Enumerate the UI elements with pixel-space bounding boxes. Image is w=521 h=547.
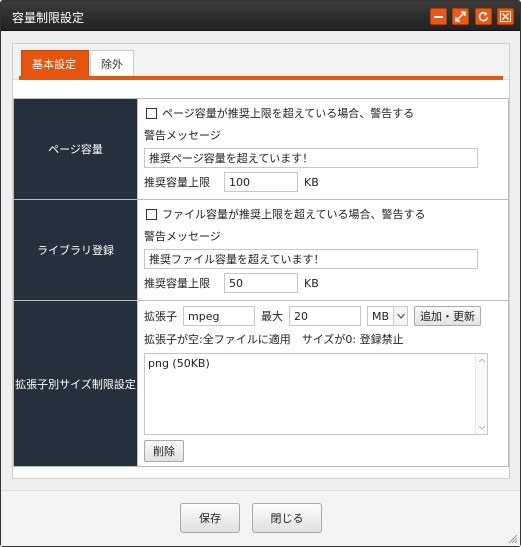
refresh-button[interactable]	[475, 8, 492, 25]
page-limit-unit: KB	[304, 175, 319, 189]
tab-underline	[19, 76, 503, 80]
library-limit-label: 推奨容量上限	[144, 277, 210, 290]
maximize-button[interactable]	[452, 8, 469, 25]
list-scrollbar[interactable]	[475, 354, 487, 434]
page-capacity-label: ページ容量	[13, 98, 138, 200]
page-limit-label: 推奨容量上限	[144, 176, 210, 189]
page-capacity-row: ページ容量 ページ容量が推奨上限を超えている場合、警告する 警告メッセージ 推奨…	[13, 98, 509, 200]
max-size-input[interactable]	[289, 306, 361, 326]
page-capacity-fields: ページ容量が推奨上限を超えている場合、警告する 警告メッセージ 推奨容量上限 K…	[137, 98, 509, 200]
extension-list[interactable]: png (50KB)	[144, 353, 488, 435]
tab-exclusion[interactable]: 除外	[90, 50, 134, 78]
page-message-label: 警告メッセージ	[144, 129, 221, 142]
resize-grip-icon[interactable]	[508, 534, 518, 544]
library-fields: ファイル容量が推奨上限を超えている場合、警告する 警告メッセージ 推奨容量上限 …	[137, 199, 509, 301]
minimize-icon	[434, 16, 443, 18]
close-icon	[500, 11, 511, 22]
extension-hint: 拡張子が空:全ファイルに適用 サイズが0: 登録禁止	[144, 333, 404, 346]
page-warning-checkbox-label: ページ容量が推奨上限を超えている場合、警告する	[162, 107, 415, 120]
library-limit-input[interactable]	[224, 273, 298, 293]
dialog-content: 基本設定 除外 ページ容量 ページ容量が推奨上限を超えている場合、警告する 警告…	[12, 43, 510, 479]
library-limit-unit: KB	[304, 276, 319, 290]
page-message-input[interactable]	[144, 148, 478, 168]
size-unit-select[interactable]: MB	[367, 306, 409, 326]
save-button[interactable]: 保存	[180, 503, 240, 533]
extension-label: 拡張子	[144, 310, 177, 323]
minimize-button[interactable]	[430, 8, 447, 25]
page-limit-input[interactable]	[224, 172, 298, 192]
dialog-title: 容量制限設定	[12, 11, 85, 25]
title-bar[interactable]: 容量制限設定	[1, 1, 520, 31]
refresh-icon	[478, 11, 489, 22]
library-message-label: 警告メッセージ	[144, 230, 221, 243]
scroll-arrows-icon	[478, 358, 486, 430]
extension-input[interactable]	[183, 306, 255, 326]
extension-limit-row: 拡張子別サイズ制限設定 拡張子 最大 MB 追加・更新	[13, 300, 509, 467]
size-unit-value: MB	[372, 309, 390, 323]
settings-form: ページ容量 ページ容量が推奨上限を超えている場合、警告する 警告メッセージ 推奨…	[13, 98, 509, 467]
library-message-input[interactable]	[144, 249, 478, 269]
capacity-limit-dialog: 容量制限設定 基本設定 除外 ページ容量 ページ容量が推奨上限を超えている場合、…	[0, 0, 521, 547]
list-item[interactable]: png (50KB)	[145, 354, 487, 373]
close-window-button[interactable]	[497, 8, 514, 25]
page-warning-checkbox[interactable]	[146, 107, 157, 119]
extension-limit-label: 拡張子別サイズ制限設定	[13, 300, 138, 467]
dialog-footer: 保存 閉じる	[1, 490, 520, 546]
library-row: ライブラリ登録 ファイル容量が推奨上限を超えている場合、警告する 警告メッセージ…	[13, 199, 509, 301]
expand-icon	[455, 11, 466, 22]
library-warning-checkbox-label: ファイル容量が推奨上限を超えている場合、警告する	[162, 208, 426, 221]
extension-limit-fields: 拡張子 最大 MB 追加・更新 拡張子が空:全ファイルに適	[137, 300, 509, 467]
delete-button[interactable]: 削除	[144, 440, 184, 462]
library-warning-checkbox[interactable]	[146, 208, 157, 220]
library-label: ライブラリ登録	[13, 199, 138, 301]
chevron-down-icon	[393, 307, 408, 325]
tab-bar: 基本設定 除外	[13, 44, 509, 80]
tab-basic-settings[interactable]: 基本設定	[21, 50, 89, 78]
max-size-label: 最大	[261, 310, 283, 323]
add-update-button[interactable]: 追加・更新	[414, 306, 482, 326]
close-button[interactable]: 閉じる	[252, 503, 322, 533]
